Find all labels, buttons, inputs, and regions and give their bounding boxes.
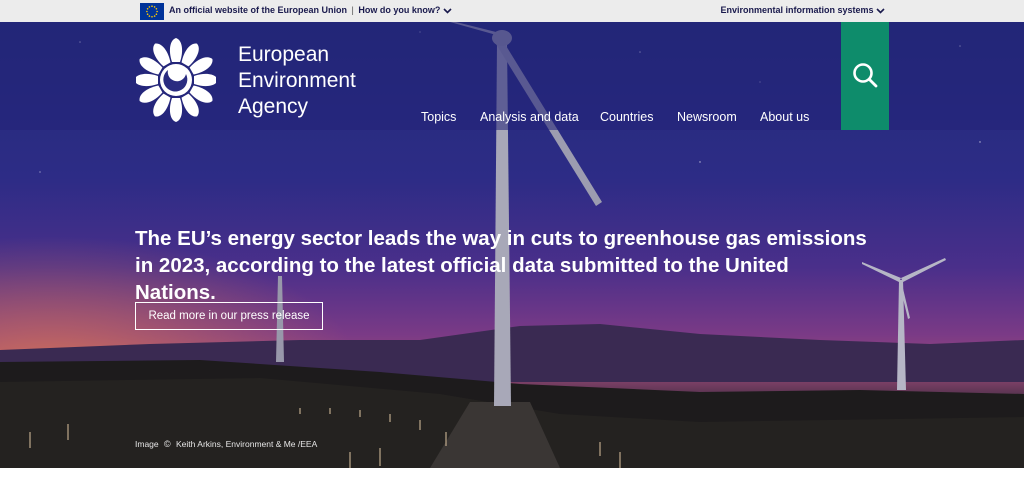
eu-official-text: An official website of the European Unio… xyxy=(169,5,348,15)
environmental-systems-label: Environmental information systems xyxy=(720,5,874,15)
nav-item-topics[interactable]: Topics xyxy=(421,110,456,124)
eu-separator: | xyxy=(351,5,354,15)
image-credit: Image © Keith Arkins, Environment & Me /… xyxy=(135,439,317,449)
brand-line-1: European xyxy=(238,43,330,66)
chevron-down-icon xyxy=(443,6,452,16)
page-body-start xyxy=(0,468,1024,488)
nav-item-newsroom[interactable]: Newsroom xyxy=(677,110,737,124)
credit-prefix: Image xyxy=(135,439,159,449)
eea-logo-icon[interactable] xyxy=(134,36,218,122)
chevron-down-icon xyxy=(876,6,885,16)
hero-headline: The EU’s energy sector leads the way in … xyxy=(135,227,867,304)
brand-line-3: Agency xyxy=(238,95,309,118)
copyright-icon: © xyxy=(164,439,171,449)
nav-item-about-us[interactable]: About us xyxy=(760,110,809,124)
read-press-release-button[interactable]: Read more in our press release xyxy=(135,302,323,330)
search-button[interactable] xyxy=(841,22,889,130)
how-do-you-know-link[interactable]: How do you know? xyxy=(358,5,440,15)
nav-item-countries[interactable]: Countries xyxy=(600,110,654,124)
brand-line-2: Environment xyxy=(238,69,356,92)
environmental-systems-link[interactable]: Environmental information systems xyxy=(720,5,885,16)
search-icon xyxy=(853,63,878,88)
eu-flag-icon xyxy=(140,3,164,20)
credit-text: Keith Arkins, Environment & Me /EEA xyxy=(176,439,318,449)
eea-wordmark[interactable]: European Environment Agency xyxy=(238,42,356,120)
eu-top-bar: An official website of the European Unio… xyxy=(0,0,1024,22)
nav-item-analysis-and-data[interactable]: Analysis and data xyxy=(480,110,579,124)
